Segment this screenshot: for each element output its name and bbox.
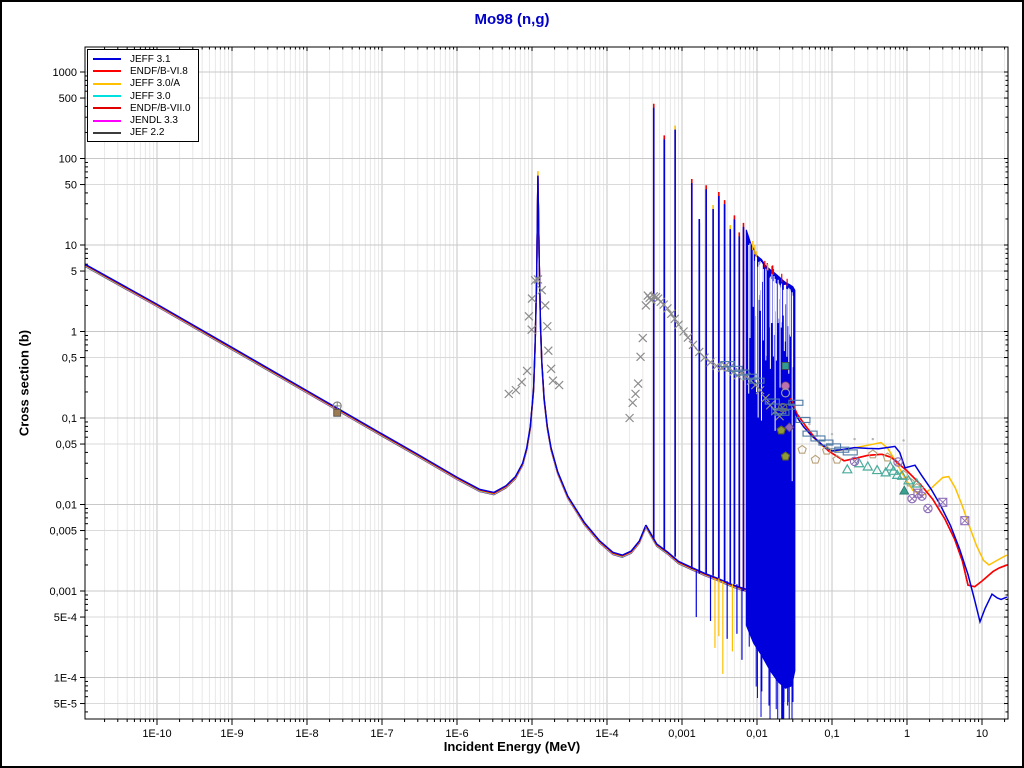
plot-area [85,103,1008,719]
exp-series-tan-pentagons [797,444,922,493]
y-tick-label: 5E-4 [54,612,77,624]
legend-item-label: JEF 2.2 [130,127,165,139]
legend-line-icon [93,58,121,61]
y-tick-label: 500 [59,93,77,105]
y-tick-label: 0,5 [62,353,77,365]
legend-line-icon [93,70,121,73]
y-tick-label: 1000 [53,67,77,79]
y-tick-labels: 1000 500 100 50 10 5 1 0,5 0,1 0,05 0,01 0,005 0,001… [49,67,77,711]
legend-item-label: JENDL 3.3 [130,115,178,127]
legend-line-icon [93,131,121,134]
exp-series-thermal-circle-plus [332,401,342,411]
legend-line-icon [93,119,121,122]
y-tick-label: 0,001 [49,586,77,598]
y-tick-label: 5 [71,266,77,278]
plot-frame [84,46,1009,720]
exp-series-thermal-square [333,408,342,417]
y-tick-label: 5E-5 [54,699,77,711]
legend-item: JEFF 3.1 [88,53,198,65]
legend-line-icon [93,95,121,98]
legend-item-label: JEFF 3.0 [130,90,171,102]
legend-item: JENDL 3.3 [88,114,198,126]
y-tick-label: 1E-4 [54,673,77,685]
legend-item-label: JEFF 3.1 [130,53,171,65]
legend: JEFF 3.1 ENDF/B-VI.8 JEFF 3.0/A JEFF 3.0 END… [87,49,199,143]
y-tick-label: 0,01 [56,500,77,512]
y-tick-label: 50 [65,180,77,192]
x-axis-title: Incident Energy (MeV) [443,739,581,754]
legend-item: JEF 2.2 [88,127,198,139]
legend-item-label: ENDF/B-VI.8 [130,65,188,77]
legend-item: ENDF/B-VI.8 [88,65,198,77]
janis-plot-window: Mo98 (n,g) 1E-10 1E-9 1E-8 1E-7 1E-6 1E-5 1E-4… [0,0,1024,768]
y-tick-label: 0,05 [56,439,77,451]
legend-line-icon [93,107,121,110]
y-tick-label: 1 [71,327,77,339]
exp-series-teal-square-filled [781,362,790,370]
legend-line-icon [93,82,121,85]
y-tick-label: 10 [65,240,77,252]
y-tick-label: 0,1 [62,413,77,425]
legend-item-label: JEFF 3.0/A [130,78,181,90]
grid [85,47,1008,719]
y-tick-label: 0,005 [49,526,77,538]
legend-item: ENDF/B-VII.0 [88,102,198,114]
y-axis-title: Cross section (b) [16,329,32,437]
legend-item: JEFF 3.0 [88,90,198,102]
legend-item: JEFF 3.0/A [88,78,198,90]
legend-item-label: ENDF/B-VII.0 [130,102,191,114]
y-tick-label: 100 [59,154,77,166]
